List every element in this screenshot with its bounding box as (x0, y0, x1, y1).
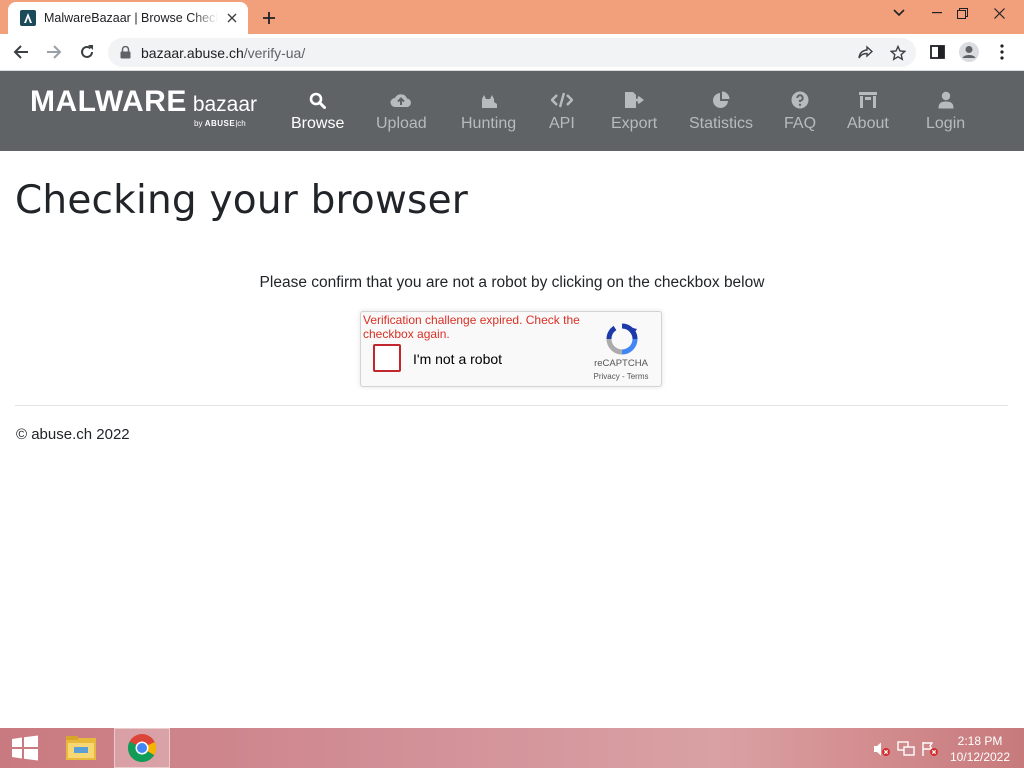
recaptcha-widget: Verification challenge expired. Check th… (360, 311, 662, 387)
code-icon (550, 90, 573, 110)
address-bar[interactable]: bazaar.abuse.ch/verify-ua/ (108, 38, 916, 67)
malwarebazaar-favicon-icon (20, 10, 36, 26)
new-tab-button[interactable] (258, 7, 280, 29)
url-text: bazaar.abuse.ch/verify-ua/ (141, 44, 306, 61)
nav-api[interactable]: API (549, 90, 575, 138)
windows-taskbar: 2:18 PM 10/12/2022 (0, 728, 1024, 768)
back-arrow-icon[interactable] (8, 39, 34, 65)
nav-login[interactable]: Login (926, 90, 965, 138)
captcha-error-message: Verification challenge expired. Check th… (363, 313, 580, 341)
menu-kebab-icon[interactable] (990, 40, 1014, 64)
close-window-icon[interactable] (982, 0, 1016, 26)
malwarebazaar-logo[interactable]: MALWARE bazaar (30, 85, 257, 119)
lock-icon[interactable] (120, 46, 131, 59)
profile-avatar-icon[interactable] (957, 40, 981, 64)
tab-search-chevron-down-icon[interactable] (882, 0, 916, 26)
side-panel-icon[interactable] (925, 40, 949, 64)
tab-close-icon[interactable] (224, 10, 240, 26)
instruction-text: Please confirm that you are not a robot … (259, 274, 765, 291)
page-title: Checking your browser (15, 178, 469, 223)
recaptcha-logo-icon (605, 322, 639, 356)
nav-export[interactable]: Export (611, 90, 657, 138)
browser-tab[interactable]: MalwareBazaar | Browse Checking your bro… (8, 2, 248, 34)
clock-time: 2:18 PM (957, 734, 1003, 748)
building-icon (858, 90, 878, 110)
search-icon (309, 90, 327, 110)
taskbar-clock[interactable]: 2:18 PM 10/12/2022 (944, 733, 1016, 765)
recaptcha-brand: reCAPTCHA (594, 358, 648, 369)
clock-date: 10/12/2022 (949, 750, 1011, 764)
share-icon[interactable] (856, 44, 874, 62)
bookmark-star-icon[interactable] (889, 44, 907, 62)
nav-faq[interactable]: FAQ (784, 90, 816, 138)
user-icon (938, 90, 954, 110)
site-header: MALWARE bazaar by ABUSE|ch Browse Upload … (0, 71, 1024, 151)
logo-byline: by ABUSE|ch (194, 119, 246, 128)
browser-toolbar: bazaar.abuse.ch/verify-ua/ (0, 34, 1024, 71)
restore-icon[interactable] (945, 0, 979, 26)
not-a-robot-checkbox[interactable] (373, 344, 401, 372)
footer-divider (15, 405, 1008, 406)
captcha-links: Privacy - Terms (593, 372, 649, 381)
chrome-taskbar-icon[interactable] (114, 728, 170, 768)
windows-start-icon[interactable] (0, 728, 50, 768)
speaker-muted-icon[interactable] (873, 740, 891, 758)
footer-copyright: © abuse.ch 2022 (16, 426, 130, 443)
nav-browse[interactable]: Browse (291, 90, 344, 138)
forward-arrow-icon[interactable] (41, 39, 67, 65)
nav-statistics[interactable]: Statistics (689, 90, 753, 138)
file-explorer-icon[interactable] (53, 728, 109, 768)
nav-hunting[interactable]: Hunting (461, 90, 516, 138)
cat-icon (480, 90, 498, 110)
privacy-link[interactable]: Privacy (594, 372, 620, 381)
cloud-upload-icon (390, 90, 412, 110)
action-center-flag-icon[interactable] (921, 740, 939, 758)
network-icon[interactable] (897, 740, 915, 758)
nav-about[interactable]: About (847, 90, 889, 138)
question-circle-icon (791, 90, 809, 110)
terms-link[interactable]: Terms (627, 372, 649, 381)
nav-upload[interactable]: Upload (376, 90, 427, 138)
tab-title: MalwareBazaar | Browse Checking your bro… (44, 11, 218, 25)
file-export-icon (624, 90, 645, 110)
browser-titlebar: MalwareBazaar | Browse Checking your bro… (0, 0, 1024, 34)
pie-chart-icon (712, 90, 730, 110)
reload-icon[interactable] (74, 39, 100, 65)
captcha-label: I'm not a robot (413, 351, 503, 367)
